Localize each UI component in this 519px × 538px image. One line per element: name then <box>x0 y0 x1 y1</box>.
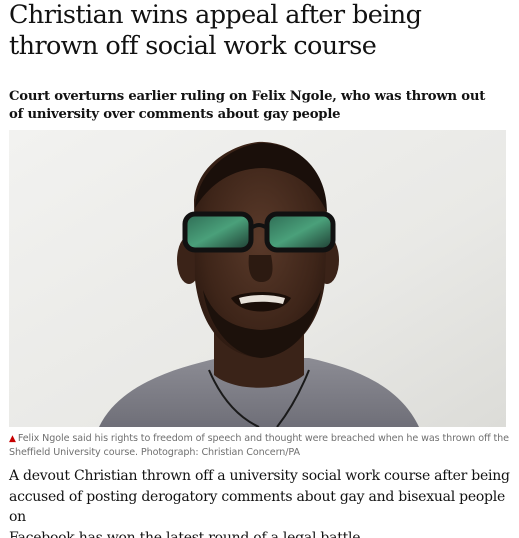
article-headline: Christian wins appeal after being thrown… <box>9 0 514 62</box>
headline-line-2: thrown off social work course <box>9 31 377 61</box>
body-line-3: Facebook has won the latest round of a l… <box>9 529 365 538</box>
article-photo <box>9 130 506 427</box>
article-standfirst: Court overturns earlier ruling on Felix … <box>9 88 514 124</box>
caption-line-1: Felix Ngole said his rights to freedom o… <box>17 433 509 444</box>
caption-line-2: Sheffield University course. Photograph:… <box>9 447 300 458</box>
standfirst-line-1: Court overturns earlier ruling on Felix … <box>9 89 486 104</box>
standfirst-line-2: of university over comments about gay pe… <box>9 107 341 122</box>
photo-caption: ▲ Felix Ngole said his rights to freedom … <box>9 432 509 459</box>
body-line-2: accused of posting derogatory comments a… <box>9 488 506 526</box>
article-body: A devout Christian thrown off a universi… <box>9 466 514 538</box>
body-line-1: A devout Christian thrown off a universi… <box>9 468 510 484</box>
triangle-up-icon: ▲ <box>9 434 16 444</box>
headline-line-1: Christian wins appeal after being <box>9 0 422 30</box>
portrait-photo <box>9 130 506 427</box>
